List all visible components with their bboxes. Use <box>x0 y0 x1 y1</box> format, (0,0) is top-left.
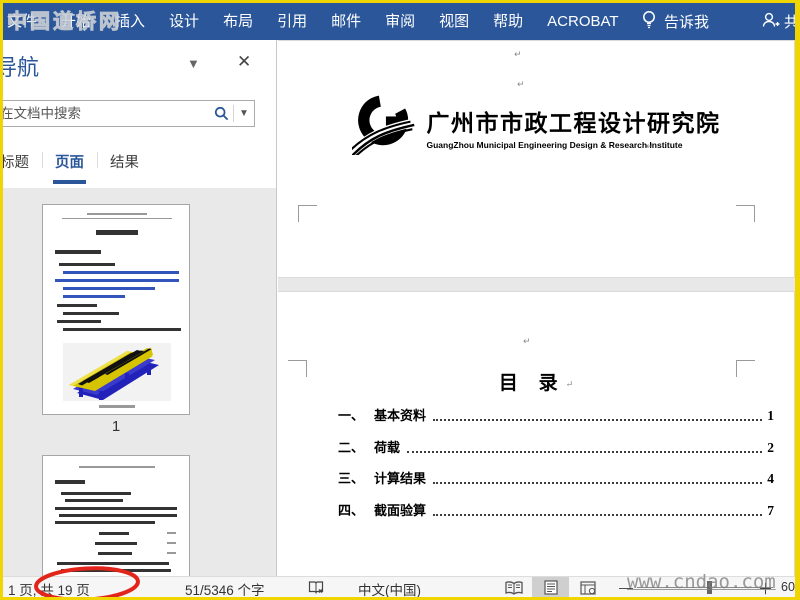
toc-entry-page-number: 4 <box>767 471 774 486</box>
main-area: 导航 ▼ ✕ ▼ 标题页面结果 <box>3 40 795 591</box>
margin-corner-mark <box>298 205 317 222</box>
toc-entry-title: 截面验算 <box>374 502 427 518</box>
search-options-arrow-icon[interactable]: ▼ <box>234 108 254 119</box>
paragraph-mark: ↵ <box>514 49 522 59</box>
ribbon-tab-10[interactable]: ACROBAT <box>535 3 630 40</box>
navigation-tabs: 标题页面结果 <box>3 143 152 184</box>
page-thumbnail-1[interactable] <box>42 204 190 415</box>
tell-me-label[interactable]: 告诉我 <box>664 11 709 32</box>
toc-entry-title: 基本资料 <box>374 408 427 423</box>
company-logo-icon <box>344 93 418 160</box>
navigation-pane: 导航 ▼ ✕ ▼ 标题页面结果 <box>3 40 277 576</box>
language-status[interactable]: 中文(中国) <box>358 579 421 597</box>
view-buttons <box>495 577 606 597</box>
company-logo: 广州市市政工程设计研究院 GuangZhou Municipal Enginee… <box>278 93 794 160</box>
status-bar: 1 页, 共 19 页 51/5346 个字 中文(中国) — ＋ 60 <box>3 576 795 597</box>
word-count-status[interactable]: 51/5346 个字 <box>185 579 265 597</box>
toc-title: 目 录↵ <box>498 373 574 394</box>
toc-dotted-leader <box>407 441 763 453</box>
margin-corner-mark <box>736 205 755 222</box>
search-input[interactable] <box>3 101 209 126</box>
toc-entry-2[interactable]: 三、 计算结果 4 <box>338 467 774 487</box>
toc-entry-page-number: 1 <box>767 408 774 423</box>
lightbulb-icon <box>641 10 657 33</box>
toc-entry-label: 四、 <box>338 502 365 518</box>
toc-entry-0[interactable]: 一、 基本资料 1 <box>338 404 774 424</box>
ribbon-tab-3[interactable]: 设计 <box>157 3 211 40</box>
ribbon-tab-5[interactable]: 引用 <box>265 3 319 40</box>
toc-entry-label: 一、 <box>338 408 365 423</box>
page-thumbnail-1-number: 1 <box>111 418 121 435</box>
navigation-pane-menu-arrow-icon[interactable]: ▼ <box>187 56 200 71</box>
zoom-in-button[interactable]: ＋ <box>758 578 773 597</box>
ribbon-tab-7[interactable]: 审阅 <box>373 3 427 40</box>
toc-dotted-leader <box>433 472 763 484</box>
proofing-errors-icon[interactable] <box>308 580 325 597</box>
thumbnail-bridge-model-image <box>63 343 171 401</box>
zoom-slider-track[interactable] <box>637 587 773 588</box>
ribbon-tabs: 文件 开始 插入 设计 布局 引用 邮件 审阅 视图 帮助 ACROBAT <box>3 3 631 40</box>
paragraph-mark: ↵ <box>523 336 531 346</box>
navigation-pane-close-icon[interactable]: ✕ <box>237 52 251 72</box>
print-layout-button[interactable] <box>532 577 569 597</box>
navigation-pane-title: 导航 <box>3 55 40 80</box>
toc-entry-page-number: 2 <box>767 439 774 455</box>
document-page-1[interactable]: ↵ ↵ 广州市市政工程设计研究院 GuangZhou Municipal Eng… <box>278 40 795 278</box>
ribbon-tab-9[interactable]: 帮助 <box>481 3 535 40</box>
read-mode-button[interactable] <box>495 577 532 597</box>
share-button[interactable]: 共享 <box>761 3 795 40</box>
share-label[interactable]: 共享 <box>784 11 795 32</box>
document-search-box[interactable]: ▼ <box>3 100 255 127</box>
toc-entry-title: 计算结果 <box>374 471 427 486</box>
company-name-en: GuangZhou Municipal Engineering Design &… <box>426 139 683 150</box>
document-canvas[interactable]: ↵ ↵ 广州市市政工程设计研究院 GuangZhou Municipal Eng… <box>278 40 795 591</box>
ribbon-tab-0[interactable]: 文件 <box>3 3 49 40</box>
tell-me-group[interactable]: 告诉我 <box>641 3 709 40</box>
ribbon-tab-2[interactable]: 插入 <box>103 3 157 40</box>
search-icon[interactable] <box>209 106 233 121</box>
word-window: 文件开始插入设计布局引用邮件审阅视图帮助ACROBAT 告诉我 共享 中国道桥网 <box>3 3 795 597</box>
toc-dotted-leader <box>433 409 763 421</box>
toc-dotted-leader <box>433 504 763 516</box>
toc-entry-page-number: 7 <box>767 502 774 518</box>
share-person-icon <box>761 11 780 33</box>
ribbon-tab-1[interactable]: 开始 <box>49 3 103 40</box>
nav-tab-1[interactable]: 页面 <box>42 143 97 184</box>
page-count-status[interactable]: 1 页, 共 19 页 <box>8 579 90 597</box>
zoom-out-button[interactable]: — <box>619 579 633 595</box>
web-layout-button[interactable] <box>569 577 606 597</box>
toc-entry-1[interactable]: 二、 荷载 2 <box>338 436 774 456</box>
document-page-2[interactable]: ↵ 目 录↵ 一、 基本资料 1 二、 荷载 2 三、 计算结果 4 四、 截面验算 7 <box>278 291 795 591</box>
ribbon-tab-bar: 文件开始插入设计布局引用邮件审阅视图帮助ACROBAT 告诉我 共享 <box>3 3 795 40</box>
company-name-cn: 广州市市政工程设计研究院 <box>426 109 721 136</box>
ribbon-tab-8[interactable]: 视图 <box>427 3 481 40</box>
zoom-percentage[interactable]: 60 <box>781 580 795 594</box>
toc-entry-3[interactable]: 四、 截面验算 7 <box>338 499 774 519</box>
toc-entry-title: 荷载 <box>374 439 401 455</box>
paragraph-mark: ↵ <box>517 79 525 89</box>
paragraph-mark: ↵ <box>646 141 654 151</box>
toc-list: 一、 基本资料 1 二、 荷载 2 三、 计算结果 4 四、 截面验算 7 <box>338 404 774 530</box>
zoom-slider-handle[interactable] <box>707 581 712 594</box>
nav-tab-2[interactable]: 结果 <box>97 143 152 184</box>
nav-tab-0[interactable]: 标题 <box>3 143 42 184</box>
ribbon-tab-4[interactable]: 布局 <box>211 3 265 40</box>
toc-entry-label: 三、 <box>338 471 365 486</box>
page-thumbnail-2[interactable] <box>42 455 190 576</box>
ribbon-tab-6[interactable]: 邮件 <box>319 3 373 40</box>
toc-entry-label: 二、 <box>338 439 365 455</box>
app-window: 文件开始插入设计布局引用邮件审阅视图帮助ACROBAT 告诉我 共享 中国道桥网 <box>0 0 800 600</box>
page-thumbnails-panel: 1 <box>3 188 276 576</box>
